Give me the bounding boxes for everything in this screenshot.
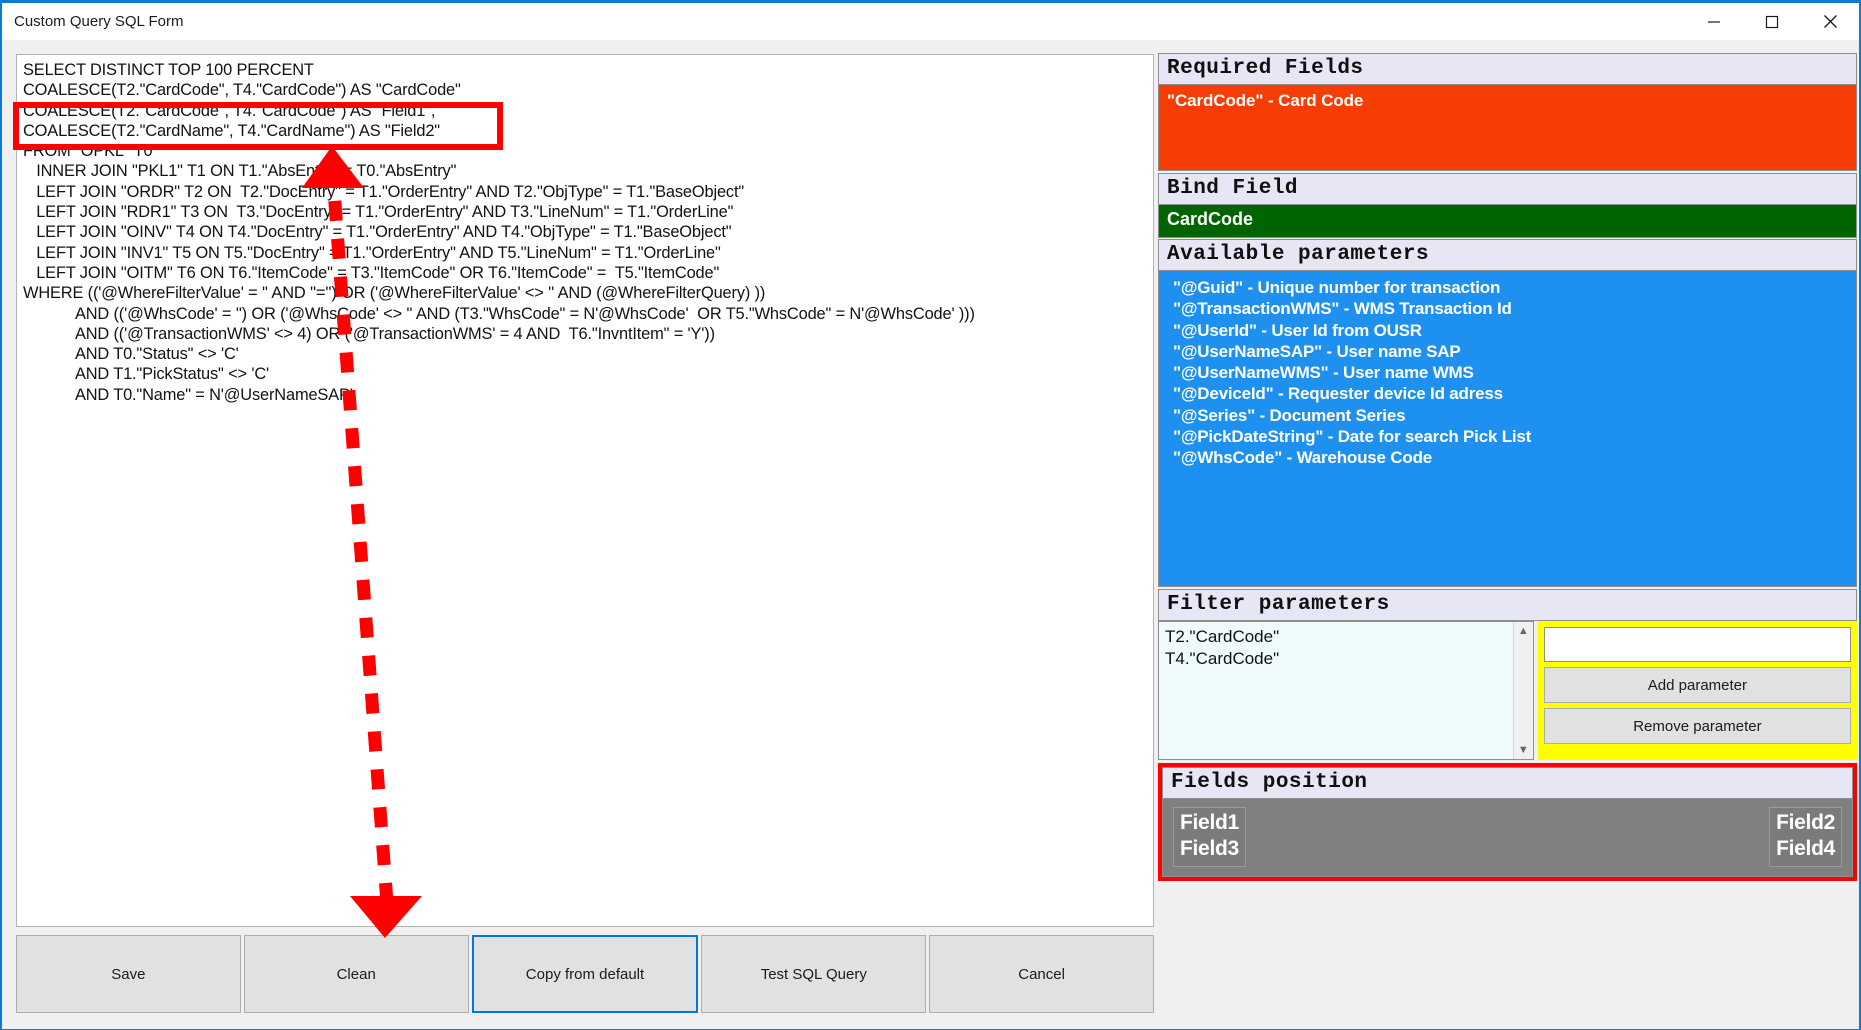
sql-query-editor[interactable]: SELECT DISTINCT TOP 100 PERCENT COALESCE… [16,54,1154,927]
field-label[interactable]: Field3 [1180,836,1239,862]
window-title: Custom Query SQL Form [14,13,184,30]
add-parameter-button[interactable]: Add parameter [1543,667,1851,703]
sql-query-text[interactable]: SELECT DISTINCT TOP 100 PERCENT COALESCE… [17,55,1153,405]
filter-parameters-row: T2."CardCode" T4."CardCode" ▲ ▼ Add para… [1158,621,1857,760]
bind-field-value[interactable]: CardCode [1158,205,1857,238]
filter-parameters-items: T2."CardCode" T4."CardCode" [1159,622,1533,670]
field-label[interactable]: Field2 [1776,810,1835,836]
maximize-button[interactable] [1743,3,1801,40]
scroll-down-icon[interactable]: ▼ [1513,741,1533,759]
cancel-button[interactable]: Cancel [929,935,1154,1013]
custom-query-sql-form-window: Custom Query SQL Form SELECT DISTINCT TO… [0,0,1861,1030]
parameter-item[interactable]: "@UserId" - User Id from OUSR [1173,320,1856,341]
fields-left-group[interactable]: Field1 Field3 [1173,807,1246,867]
fields-right-group[interactable]: Field2 Field4 [1769,807,1842,867]
parameter-input[interactable] [1543,627,1851,662]
right-panel: Required Fields "CardCode" - Card Code B… [1154,40,1859,1029]
fields-position-header: Fields position [1162,767,1853,799]
filter-parameter-item[interactable]: T2."CardCode" [1165,626,1533,648]
parameter-item[interactable]: "@TransactionWMS" - WMS Transaction Id [1173,298,1856,319]
clean-button[interactable]: Clean [243,935,469,1013]
close-icon [1823,15,1837,28]
parameter-item[interactable]: "@DeviceId" - Requester device Id adress [1173,383,1856,404]
filter-list-scrollbar[interactable]: ▲ ▼ [1512,622,1533,759]
filter-parameters-controls: Add parameter Remove parameter [1537,621,1857,760]
test-sql-query-button[interactable]: Test SQL Query [701,935,927,1013]
minimize-button[interactable] [1685,3,1743,40]
fields-position-canvas[interactable]: Field1 Field3 Field2 Field4 [1162,799,1853,877]
copy-from-default-button[interactable]: Copy from default [471,935,699,1013]
parameter-item[interactable]: "@UserNameWMS" - User name WMS [1173,362,1856,383]
action-button-bar: Save Clean Copy from default Test SQL Qu… [16,935,1154,1013]
available-parameters-list[interactable]: "@Guid" - Unique number for transaction … [1158,271,1857,587]
save-button[interactable]: Save [16,935,241,1013]
bind-field-header: Bind Field [1158,173,1857,205]
parameter-item[interactable]: "@WhsCode" - Warehouse Code [1173,447,1856,468]
required-fields-list[interactable]: "CardCode" - Card Code [1158,85,1857,171]
maximize-icon [1765,15,1779,28]
window-controls [1685,3,1859,40]
parameter-item[interactable]: "@PickDateString" - Date for search Pick… [1173,426,1856,447]
field-label[interactable]: Field1 [1180,810,1239,836]
form-body: SELECT DISTINCT TOP 100 PERCENT COALESCE… [2,40,1859,1029]
available-parameters-header: Available parameters [1158,239,1857,271]
scroll-up-icon[interactable]: ▲ [1513,622,1533,640]
filter-parameters-listbox[interactable]: T2."CardCode" T4."CardCode" ▲ ▼ [1158,621,1534,760]
filter-parameters-header: Filter parameters [1158,589,1857,621]
parameter-item[interactable]: "@Series" - Document Series [1173,405,1856,426]
remove-parameter-button[interactable]: Remove parameter [1543,708,1851,744]
field-label[interactable]: Field4 [1776,836,1835,862]
filter-parameter-item[interactable]: T4."CardCode" [1165,648,1533,670]
parameter-item[interactable]: "@UserNameSAP" - User name SAP [1173,341,1856,362]
close-button[interactable] [1801,3,1859,40]
minimize-icon [1708,20,1720,23]
fields-position-section: Fields position Field1 Field3 Field2 Fie… [1158,763,1857,881]
required-field-item[interactable]: "CardCode" - Card Code [1167,90,1856,112]
parameter-item[interactable]: "@Guid" - Unique number for transaction [1173,277,1856,298]
required-fields-header: Required Fields [1158,53,1857,85]
title-bar: Custom Query SQL Form [2,3,1859,40]
